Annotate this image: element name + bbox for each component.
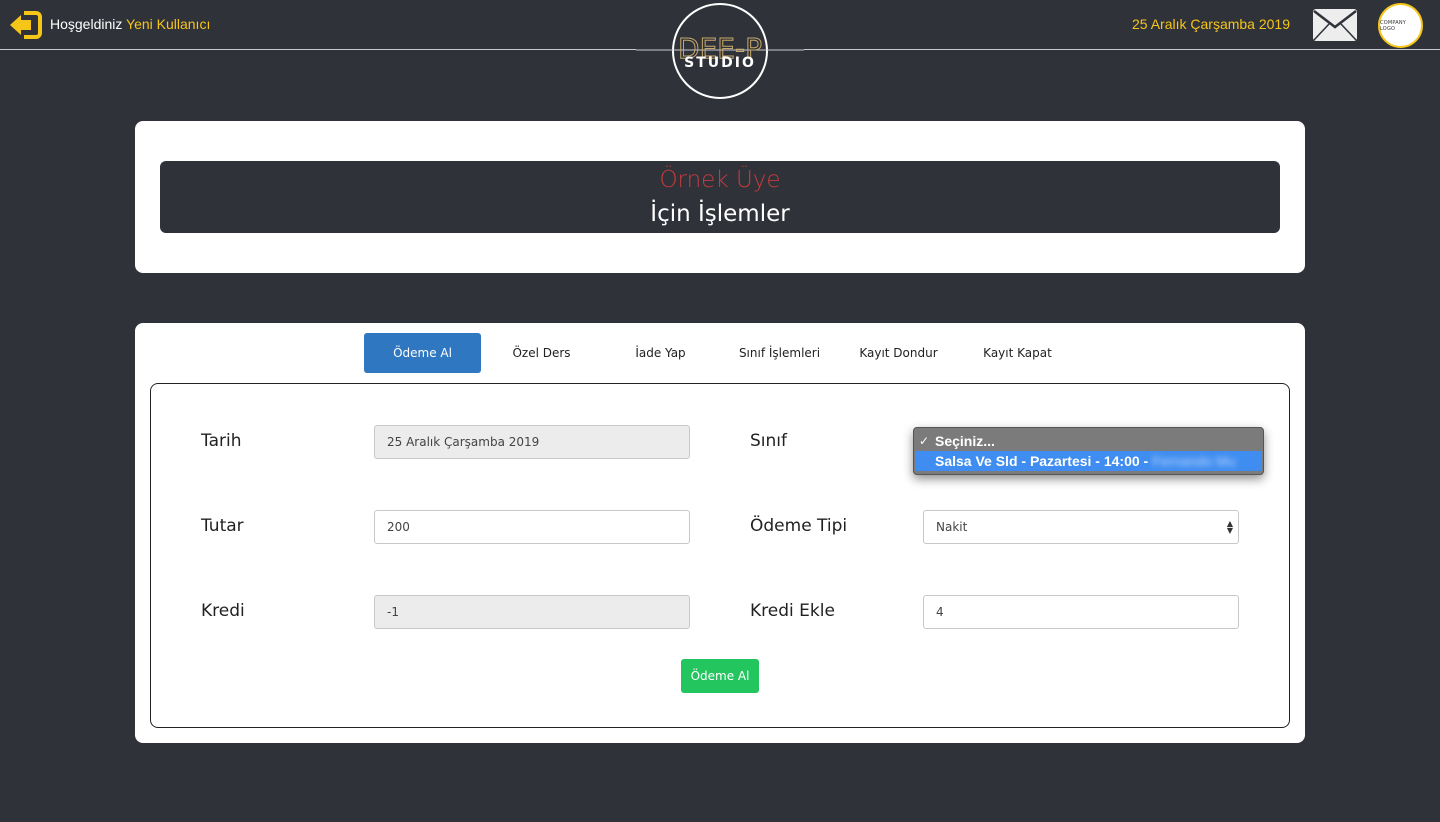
tab-sinif-islemleri[interactable]: Sınıf İşlemleri xyxy=(721,333,838,373)
odeme-tipi-value: Nakit xyxy=(936,520,968,534)
tarih-label: Tarih xyxy=(201,431,242,451)
checkmark-icon: ✓ xyxy=(919,434,930,448)
kredi-label: Kredi xyxy=(201,601,245,621)
tab-kayit-dondur[interactable]: Kayıt Dondur xyxy=(840,333,957,373)
odeme-tipi-select[interactable]: Nakit ▲ ▼ xyxy=(923,510,1239,544)
logout-icon[interactable] xyxy=(10,10,42,40)
welcome-label: Hoşgeldiniz xyxy=(50,16,123,32)
tutar-label: Tutar xyxy=(201,516,244,536)
tab-iade-yap[interactable]: İade Yap xyxy=(602,333,719,373)
welcome-message: Hoşgeldiniz Yeni Kullanıcı xyxy=(50,16,210,32)
option-label: Salsa Ve Sld - Pazartesi - 14:00 - xyxy=(935,453,1149,469)
header-date: 25 Aralık Çarşamba 2019 xyxy=(1132,16,1290,32)
user-name: Yeni Kullanıcı xyxy=(126,16,211,32)
tab-kayit-kapat[interactable]: Kayıt Kapat xyxy=(959,333,1076,373)
option-label: Seçiniz... xyxy=(935,433,995,449)
dropdown-option-highlighted[interactable]: Salsa Ve Sld - Pazartesi - 14:00 - Ferna… xyxy=(915,451,1262,471)
kredi-ekle-label: Kredi Ekle xyxy=(750,601,835,621)
kredi-field: -1 xyxy=(374,595,690,629)
odeme-tipi-label: Ödeme Tipi xyxy=(750,516,848,536)
mail-icon[interactable] xyxy=(1312,8,1358,42)
operations-card: Ödeme Al Özel Ders İade Yap Sınıf İşleml… xyxy=(135,323,1305,743)
kredi-ekle-field[interactable]: 4 xyxy=(923,595,1239,629)
sinif-label: Sınıf xyxy=(750,431,787,451)
member-subtitle: İçin İşlemler xyxy=(650,201,790,227)
dropdown-option[interactable]: ✓ Seçiniz... xyxy=(919,432,995,450)
select-arrows-icon: ▲ ▼ xyxy=(1226,519,1233,535)
company-logo[interactable]: COMPANY LOGO xyxy=(1378,3,1423,48)
option-blurred-name: Fernando Mu xyxy=(1152,453,1236,469)
member-name: Örnek Üye xyxy=(659,167,781,193)
tab-ozel-ders[interactable]: Özel Ders xyxy=(483,333,600,373)
brand-line2: STUDIO xyxy=(684,55,756,71)
tutar-field[interactable]: 200 xyxy=(374,510,690,544)
member-header: Örnek Üye İçin İşlemler xyxy=(160,161,1280,233)
tab-odeme-al[interactable]: Ödeme Al xyxy=(364,333,481,373)
tarih-field: 25 Aralık Çarşamba 2019 xyxy=(374,425,690,459)
odeme-al-button[interactable]: Ödeme Al xyxy=(681,659,759,693)
payment-form: Tarih 25 Aralık Çarşamba 2019 Sınıf Tuta… xyxy=(150,383,1290,728)
member-card: Örnek Üye İçin İşlemler xyxy=(135,121,1305,273)
studio-logo: DEE-P STUDIO xyxy=(636,0,804,104)
sinif-dropdown[interactable]: ✓ Seçiniz... Salsa Ve Sld - Pazartesi - … xyxy=(913,427,1264,475)
